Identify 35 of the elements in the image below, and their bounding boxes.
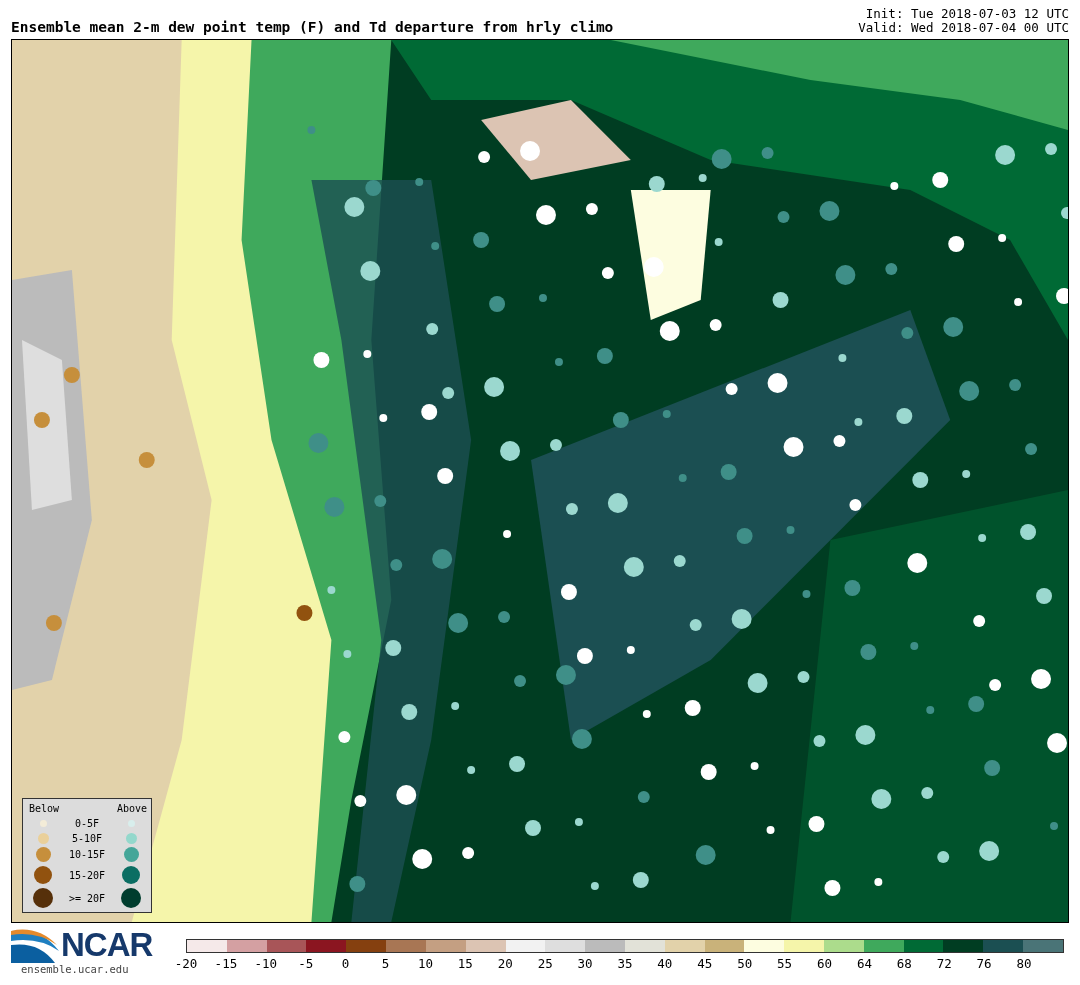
legend-label: 15-20F [67,869,107,881]
site-url: ensemble.ucar.edu [21,963,130,975]
legend-label: 5-10F [70,832,104,844]
tick-label: 50 [737,956,753,971]
tick-label: 64 [856,956,872,971]
tick-label: 76 [976,956,992,971]
tick-label: 45 [697,956,713,971]
tick-label: -10 [254,956,278,971]
tick-label: -5 [298,956,314,971]
logo-text: NCAR [61,928,153,962]
tick-label: 35 [617,956,633,971]
tick-label: 60 [816,956,833,971]
tick-label: 68 [896,956,912,971]
tick-label: -20 [174,956,198,971]
valid-time: Valid: Wed 2018-07-04 00 UTC [858,21,1069,35]
tick-label: 30 [577,956,593,971]
tick-label: 10 [417,956,433,971]
tick-label: 5 [381,956,390,971]
legend-label: >= 20F [67,892,107,904]
legend-header: Below [29,802,57,814]
tick-label: 72 [936,956,952,971]
legend-header: Above [117,802,145,814]
swoosh-logo-icon [11,927,61,963]
legend-label: 0-5F [73,817,101,829]
init-time: Init: Tue 2018-07-03 12 UTC [865,7,1069,21]
map-title: Ensemble mean 2-m dew point temp (F) and Td departure from hrly climo [11,19,614,35]
legend-label: 10-15F [67,849,107,861]
tick-label: 40 [657,956,673,971]
tick-label: 20 [497,956,513,971]
tick-label: 25 [537,956,553,971]
tick-label: 55 [777,956,793,971]
tick-label: 15 [457,956,473,971]
tick-label: 80 [1016,956,1032,971]
tick-label: -15 [214,956,238,971]
tick-label: 0 [341,956,350,971]
